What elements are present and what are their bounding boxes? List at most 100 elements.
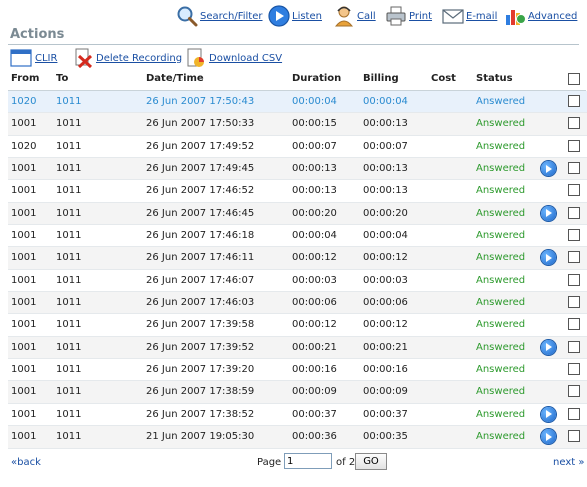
cell-from: 1001 bbox=[11, 118, 37, 130]
row-checkbox[interactable] bbox=[568, 430, 580, 443]
table-row[interactable]: 1001 1011 26 Jun 2007 17:46:07 00:00:03 00:0… bbox=[8, 270, 587, 293]
cell-datetime: 26 Jun 2007 17:46:11 bbox=[146, 252, 255, 264]
table-row[interactable]: 1001 1011 26 Jun 2007 17:46:52 00:00:13 00:0… bbox=[8, 180, 587, 203]
cell-to: 1011 bbox=[56, 96, 82, 107]
cell-billing: 00:00:09 bbox=[363, 386, 408, 398]
play-recording-icon[interactable] bbox=[541, 205, 556, 221]
print-button[interactable]: Print bbox=[385, 3, 432, 29]
play-recording-icon[interactable] bbox=[541, 339, 556, 355]
table-row[interactable]: 1001 1011 26 Jun 2007 17:49:45 00:00:13 00:0… bbox=[8, 158, 587, 181]
go-button[interactable]: GO bbox=[355, 453, 387, 470]
cell-billing: 00:00:13 bbox=[363, 118, 408, 130]
cell-from: 1001 bbox=[11, 408, 37, 420]
table-row[interactable]: 1001 1011 26 Jun 2007 17:46:03 00:00:06 00:0… bbox=[8, 292, 587, 315]
cell-status: Answered bbox=[476, 341, 526, 353]
play-recording-icon[interactable] bbox=[541, 429, 556, 445]
table-row[interactable]: 1001 1011 26 Jun 2007 17:39:20 00:00:16 00:0… bbox=[8, 359, 587, 382]
cell-status: Answered bbox=[476, 118, 526, 130]
table-row[interactable]: 1001 1011 26 Jun 2007 17:38:52 00:00:37 00:0… bbox=[8, 404, 587, 427]
row-checkbox[interactable] bbox=[568, 95, 580, 107]
play-recording-icon[interactable] bbox=[541, 406, 556, 422]
cell-billing: 00:00:06 bbox=[363, 297, 408, 309]
cell-status: Answered bbox=[476, 163, 526, 175]
cell-datetime: 26 Jun 2007 17:38:59 bbox=[146, 386, 255, 398]
row-checkbox[interactable] bbox=[568, 184, 580, 197]
play-icon bbox=[268, 5, 290, 27]
play-recording-icon[interactable] bbox=[541, 250, 556, 266]
row-checkbox[interactable] bbox=[568, 318, 580, 331]
cell-duration: 00:00:13 bbox=[292, 185, 337, 197]
row-checkbox[interactable] bbox=[568, 340, 580, 353]
table-row[interactable]: 1001 1011 26 Jun 2007 17:39:58 00:00:12 00:0… bbox=[8, 314, 587, 337]
magnifier-icon bbox=[176, 5, 198, 27]
cell-datetime: 26 Jun 2007 17:46:07 bbox=[146, 274, 255, 286]
table-row[interactable]: 1001 1011 21 Jun 2007 19:05:30 00:00:36 00:0… bbox=[8, 426, 587, 449]
column-header-cost: Cost bbox=[431, 73, 456, 84]
delete-recording-button[interactable]: Delete Recording bbox=[73, 47, 182, 69]
table-row[interactable]: 1001 1011 26 Jun 2007 17:46:45 00:00:20 00:0… bbox=[8, 202, 587, 226]
chart-icon bbox=[504, 5, 526, 27]
table-row[interactable]: 1001 1011 26 Jun 2007 17:50:33 00:00:15 00:0… bbox=[8, 113, 587, 136]
column-header-to: To bbox=[56, 73, 69, 84]
cell-duration: 00:00:07 bbox=[292, 140, 337, 152]
cell-duration: 00:00:09 bbox=[292, 386, 337, 398]
cell-status: Answered bbox=[476, 96, 526, 107]
row-checkbox[interactable] bbox=[568, 407, 580, 420]
clir-button[interactable]: CLIR bbox=[10, 47, 57, 69]
table-row[interactable]: 1001 1011 26 Jun 2007 17:38:59 00:00:09 00:0… bbox=[8, 381, 587, 404]
cell-status: Answered bbox=[476, 431, 526, 443]
cell-status: Answered bbox=[476, 274, 526, 286]
advanced-button[interactable]: Advanced bbox=[504, 3, 577, 29]
window-icon bbox=[10, 49, 32, 67]
cell-billing: 00:00:13 bbox=[363, 163, 408, 175]
email-label: E-mail bbox=[466, 10, 498, 22]
cell-to: 1011 bbox=[56, 386, 82, 398]
call-label: Call bbox=[357, 10, 376, 22]
row-checkbox[interactable] bbox=[568, 385, 580, 398]
call-table-body: 1020 1011 26 Jun 2007 17:50:43 00:00:04 00:0… bbox=[8, 91, 587, 449]
page-label: Page bbox=[257, 457, 282, 468]
cell-from: 1001 bbox=[11, 319, 37, 331]
row-checkbox[interactable] bbox=[568, 206, 580, 219]
table-row[interactable]: 1020 1011 26 Jun 2007 17:50:43 00:00:04 00:0… bbox=[8, 91, 587, 114]
table-row[interactable]: 1020 1011 26 Jun 2007 17:49:52 00:00:07 00:0… bbox=[8, 136, 587, 159]
cell-from: 1001 bbox=[11, 431, 37, 443]
cell-to: 1011 bbox=[56, 252, 82, 264]
row-checkbox[interactable] bbox=[568, 229, 580, 242]
table-row[interactable]: 1001 1011 26 Jun 2007 17:46:18 00:00:04 00:0… bbox=[8, 225, 587, 248]
clir-label: CLIR bbox=[35, 52, 58, 64]
listen-button[interactable]: Listen bbox=[268, 3, 322, 29]
cell-duration: 00:00:16 bbox=[292, 364, 337, 376]
search-filter-button[interactable]: Search/Filter bbox=[176, 3, 263, 29]
select-all-checkbox[interactable] bbox=[568, 73, 580, 85]
row-checkbox[interactable] bbox=[568, 273, 580, 286]
search-filter-label: Search/Filter bbox=[200, 10, 263, 22]
pagination-bar: «back Page of 2 GO next » bbox=[0, 452, 587, 474]
listen-label: Listen bbox=[292, 10, 322, 22]
cell-status: Answered bbox=[476, 207, 526, 219]
row-checkbox[interactable] bbox=[568, 162, 580, 175]
row-checkbox[interactable] bbox=[568, 139, 580, 152]
table-row[interactable]: 1001 1011 26 Jun 2007 17:39:52 00:00:21 00:0… bbox=[8, 336, 587, 360]
row-checkbox[interactable] bbox=[568, 251, 580, 264]
call-button[interactable]: Call bbox=[333, 3, 376, 29]
email-button[interactable]: E-mail bbox=[442, 3, 497, 29]
download-csv-button[interactable]: Download CSV bbox=[186, 47, 282, 69]
row-checkbox[interactable] bbox=[568, 363, 580, 376]
cell-datetime: 26 Jun 2007 17:39:20 bbox=[146, 364, 255, 376]
row-checkbox[interactable] bbox=[568, 117, 580, 130]
page-number-input[interactable] bbox=[284, 453, 332, 469]
advanced-label: Advanced bbox=[528, 10, 578, 22]
cell-duration: 00:00:04 bbox=[292, 230, 337, 242]
cell-from: 1001 bbox=[11, 297, 37, 309]
table-row[interactable]: 1001 1011 26 Jun 2007 17:46:11 00:00:12 00:0… bbox=[8, 247, 587, 270]
cell-from: 1001 bbox=[11, 364, 37, 376]
cell-to: 1011 bbox=[56, 341, 82, 353]
back-link[interactable]: «back bbox=[11, 457, 41, 468]
cell-duration: 00:00:03 bbox=[292, 274, 337, 286]
play-recording-icon[interactable] bbox=[541, 161, 556, 177]
cell-status: Answered bbox=[476, 386, 526, 398]
cell-datetime: 26 Jun 2007 17:46:45 bbox=[146, 207, 255, 219]
next-link[interactable]: next » bbox=[553, 457, 584, 468]
row-checkbox[interactable] bbox=[568, 296, 580, 309]
